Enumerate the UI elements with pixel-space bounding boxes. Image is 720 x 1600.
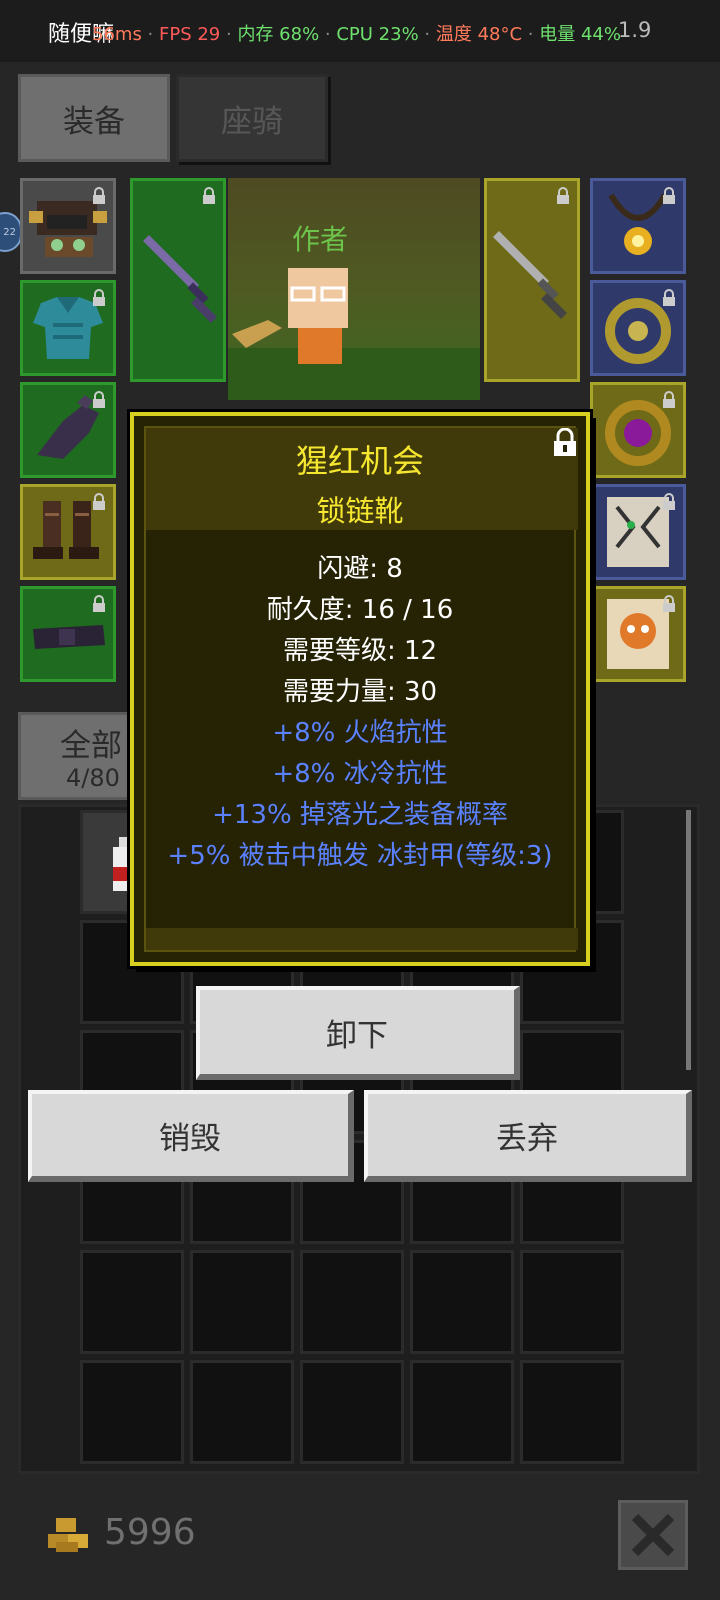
bonus-line: +13% 掉落光之装备概率 — [212, 800, 508, 830]
destroy-button[interactable]: 销毁 — [28, 1090, 354, 1182]
character-name-tag: 作者 — [292, 223, 349, 256]
item-name: 猩红机会 — [295, 442, 424, 480]
stat-line: 耐久度: 16 / 16 — [266, 595, 454, 625]
tooltip-footer — [146, 928, 578, 950]
silver-sword-icon — [493, 231, 567, 319]
slot-card-1[interactable] — [590, 484, 686, 580]
lock-icon — [663, 187, 675, 204]
lock-icon — [663, 493, 675, 510]
lock-icon — [663, 391, 675, 408]
slot-armor[interactable] — [20, 280, 116, 376]
lock-icon — [93, 391, 105, 408]
lock-icon — [93, 595, 105, 612]
temperature-readout: 温度 48°C — [435, 24, 523, 45]
discard-button[interactable]: 丢弃 — [364, 1090, 692, 1182]
slot-boots[interactable] — [20, 484, 116, 580]
inventory-cell[interactable] — [80, 1360, 184, 1464]
slot-card-2[interactable] — [590, 586, 686, 682]
slot-ring-2[interactable] — [590, 382, 686, 478]
slot-main-weapon[interactable] — [130, 178, 226, 382]
inventory-cell[interactable] — [300, 1250, 404, 1354]
slot-belt[interactable] — [20, 586, 116, 682]
cpu-readout: CPU 23% — [336, 24, 419, 45]
lock-icon — [93, 289, 105, 306]
memory-readout: 内存 68% — [237, 24, 320, 45]
inventory-cell[interactable] — [520, 1360, 624, 1464]
lock-icon — [93, 187, 105, 204]
fps-readout: FPS 29 — [159, 24, 221, 45]
unequip-button[interactable]: 卸下 — [196, 986, 520, 1080]
slot-off-weapon[interactable] — [484, 178, 580, 382]
gold-amount: 5996 — [104, 1512, 196, 1553]
inventory-cell[interactable] — [410, 1250, 514, 1354]
character-preview — [228, 178, 480, 400]
lock-icon — [203, 187, 215, 204]
item-lock-icon[interactable] — [552, 428, 578, 458]
gold-coins-icon — [48, 1518, 88, 1552]
slot-helmet[interactable] — [20, 178, 116, 274]
battery-readout: 电量 44% — [539, 24, 621, 45]
bonus-line: +5% 被击中触发 冰封甲(等级:3) — [167, 841, 553, 871]
ping-readout: 56ms — [92, 24, 142, 45]
lock-icon — [663, 289, 675, 306]
close-button[interactable] — [618, 1500, 688, 1570]
filter-label: 全部 — [60, 728, 122, 764]
lock-icon — [93, 493, 105, 510]
lock-icon — [557, 187, 569, 204]
version-label: 1.9 — [618, 18, 652, 42]
inventory-cell[interactable] — [80, 1250, 184, 1354]
bonus-line: +8% 火焰抗性 — [272, 718, 448, 748]
inventory-cell[interactable] — [520, 1250, 624, 1354]
lock-icon — [663, 595, 675, 612]
slot-amulet[interactable] — [590, 178, 686, 274]
slot-ring-1[interactable] — [590, 280, 686, 376]
inventory-cell[interactable] — [190, 1360, 294, 1464]
inventory-cell[interactable] — [190, 1250, 294, 1354]
close-icon — [631, 1513, 675, 1557]
stat-line: 闪避: 8 — [317, 554, 403, 584]
item-type: 锁链靴 — [316, 494, 404, 528]
inventory-cell[interactable] — [410, 1360, 514, 1464]
tab-equipment[interactable]: 装备 — [18, 74, 170, 162]
bonus-line: +8% 冰冷抗性 — [272, 759, 448, 789]
stat-line: 需要等级: 12 — [282, 636, 438, 666]
character-sprite — [228, 268, 480, 400]
inventory-count: 4/80 — [66, 764, 120, 792]
inventory-scrollbar[interactable] — [686, 810, 691, 1070]
purple-sword-icon — [143, 235, 217, 323]
inventory-cell[interactable] — [300, 1360, 404, 1464]
stat-line: 需要力量: 30 — [282, 677, 438, 707]
tab-mount[interactable]: 座骑 — [176, 74, 328, 162]
slot-gloves[interactable] — [20, 382, 116, 478]
performance-overlay: 56ms · FPS 29 · 内存 68% · CPU 23% · 温度 48… — [92, 24, 621, 45]
